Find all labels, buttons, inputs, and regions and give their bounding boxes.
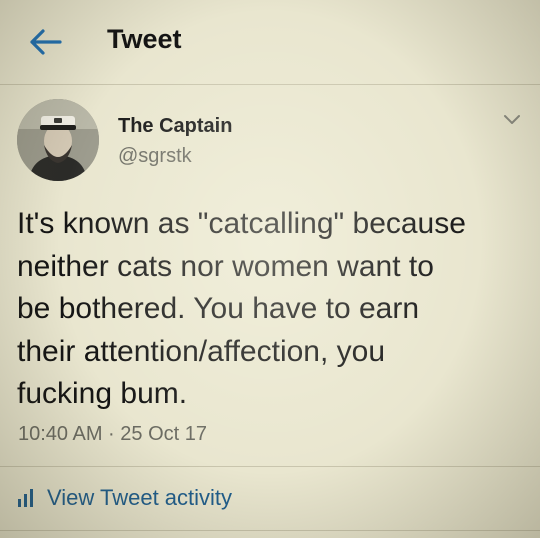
avatar-image xyxy=(17,99,99,181)
author-handle[interactable]: @sgrstk xyxy=(118,145,192,168)
bar-chart-icon xyxy=(18,489,33,507)
timestamp-divider xyxy=(0,466,540,467)
header-divider xyxy=(0,84,540,85)
avatar[interactable] xyxy=(17,99,99,181)
tweet-timestamp: 10:40 AM · 25 Oct 17 xyxy=(18,423,207,445)
view-tweet-activity-label: View Tweet activity xyxy=(47,485,233,510)
page-title: Tweet xyxy=(107,24,182,54)
chevron-down-icon[interactable] xyxy=(503,113,521,127)
view-tweet-activity-button[interactable]: View Tweet activity xyxy=(17,485,232,511)
tweet-text: It's known as "catcalling" because neith… xyxy=(17,207,466,410)
author-name[interactable]: The Captain xyxy=(118,115,232,138)
top-bar: Tweet xyxy=(0,0,540,84)
bottom-divider xyxy=(0,530,540,531)
back-arrow-icon[interactable] xyxy=(28,28,62,56)
